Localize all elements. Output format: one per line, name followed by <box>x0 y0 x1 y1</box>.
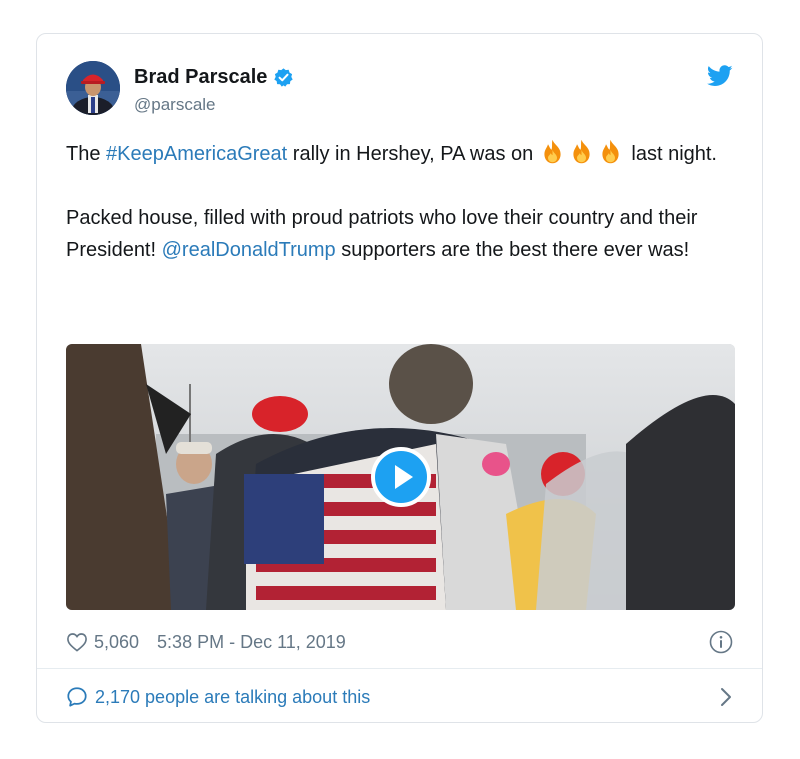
chevron-right-icon[interactable] <box>719 687 733 707</box>
tweet-meta: 5,060 5:38 PM - Dec 11, 2019 <box>66 628 733 656</box>
verified-badge-icon <box>274 68 294 87</box>
divider <box>37 668 762 669</box>
tweet-text-segment: rally in Hershey, PA was on <box>287 143 539 165</box>
author-name[interactable]: Brad Parscale <box>134 66 294 89</box>
conversation-link[interactable]: 2,170 people are talking about this <box>66 682 733 712</box>
twitter-bird-icon[interactable] <box>707 65 733 87</box>
like-button[interactable]: 5,060 <box>66 632 139 653</box>
author-handle[interactable]: @parscale <box>134 95 216 115</box>
avatar[interactable] <box>66 61 120 115</box>
avatar-image <box>66 61 120 115</box>
tweet-paragraph-2: Packed house, filled with proud patriots… <box>66 202 736 266</box>
author-name-text: Brad Parscale <box>134 66 268 88</box>
tweet-timestamp[interactable]: 5:38 PM - Dec 11, 2019 <box>157 632 346 653</box>
speech-bubble-icon <box>67 687 87 707</box>
tweet-header: Brad Parscale @parscale <box>66 61 733 117</box>
tweet-text-segment: The <box>66 143 107 165</box>
video-player[interactable] <box>66 344 735 610</box>
conversation-text: 2,170 people are talking about this <box>95 686 371 707</box>
fire-emoji-icon <box>602 139 619 164</box>
info-circle-icon[interactable] <box>709 630 733 654</box>
tweet-embed-card: Brad Parscale @parscale The #KeepAmerica… <box>36 33 763 723</box>
fire-emoji-icon <box>544 139 561 164</box>
tweet-text-segment: supporters are the best there ever was! <box>335 239 690 261</box>
mention-link[interactable]: @realDonaldTrump <box>162 239 336 261</box>
tweet-text-segment: last night. <box>625 143 717 165</box>
tweet-paragraph-1: The #KeepAmericaGreat rally in Hershey, … <box>66 138 736 170</box>
fire-emoji-icon <box>573 139 590 164</box>
tweet-text: The #KeepAmericaGreat rally in Hershey, … <box>66 138 736 266</box>
hashtag-link[interactable]: #KeepAmericaGreat <box>106 143 287 165</box>
play-icon[interactable] <box>371 447 431 507</box>
heart-outline-icon <box>67 633 87 652</box>
like-count: 5,060 <box>94 631 140 652</box>
